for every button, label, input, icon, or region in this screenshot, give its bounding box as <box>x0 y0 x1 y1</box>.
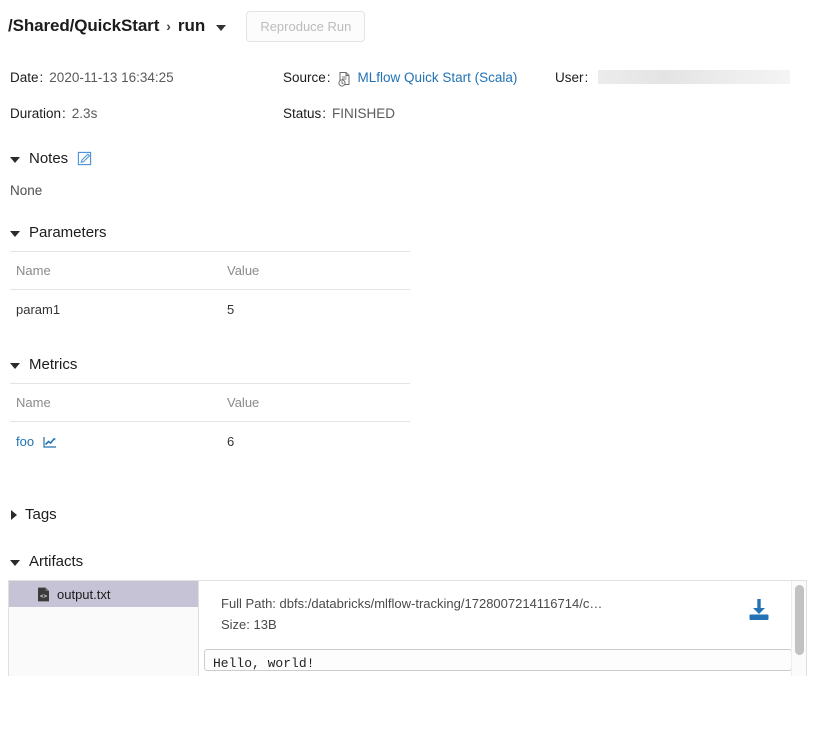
breadcrumb-current: run <box>178 16 205 36</box>
notes-title: Notes <box>29 150 68 167</box>
line-chart-icon[interactable] <box>43 436 57 451</box>
artifacts-title: Artifacts <box>29 553 83 570</box>
table-row: param1 5 <box>10 290 410 330</box>
size-value: 13B <box>254 617 277 632</box>
metric-link[interactable]: foo <box>16 434 34 449</box>
artifact-name: output.txt <box>57 587 110 602</box>
source-field: Source: MLflow Quick Start (Scala) <box>283 69 555 85</box>
metadata-row-1: Date: 2020-11-13 16:34:25 Source: MLflow… <box>10 66 815 88</box>
status-label: Status: <box>283 106 332 121</box>
source-link[interactable]: MLflow Quick Start (Scala) <box>358 70 518 85</box>
column-header-value: Value <box>221 252 410 290</box>
metrics-title: Metrics <box>29 356 77 373</box>
artifact-tree-item-output[interactable]: <> output.txt <box>9 581 198 607</box>
triangle-right-icon <box>11 510 17 520</box>
table-header-row: Name Value <box>10 384 410 422</box>
notes-section-header[interactable]: Notes <box>0 150 815 167</box>
source-label: Source: <box>283 70 337 85</box>
metadata-row-2: Duration: 2.3s Status: FINISHED <box>10 102 815 124</box>
reproduce-run-button[interactable]: Reproduce Run <box>246 11 365 42</box>
date-field: Date: 2020-11-13 16:34:25 <box>10 70 283 85</box>
metric-value: 6 <box>221 422 410 462</box>
parameters-title: Parameters <box>29 224 107 241</box>
notes-body: None <box>0 183 815 198</box>
artifact-tree: <> output.txt <box>9 581 199 676</box>
tags-title: Tags <box>25 506 57 523</box>
page-header: /Shared/QuickStart › run Reproduce Run <box>0 0 815 44</box>
duration-label: Duration: <box>10 106 72 121</box>
scrollbar-thumb[interactable] <box>795 585 804 655</box>
column-header-value: Value <box>221 384 410 422</box>
artifacts-scrollbar[interactable] <box>791 581 806 676</box>
triangle-down-icon <box>10 231 20 237</box>
chevron-down-icon[interactable] <box>216 25 226 31</box>
duration-value: 2.3s <box>72 106 98 121</box>
artifact-info: Full Path: dbfs:/databricks/mlflow-track… <box>199 581 806 643</box>
full-path-label: Full Path: <box>221 596 276 611</box>
file-icon: <> <box>37 587 50 602</box>
tags-section-header[interactable]: Tags <box>0 506 815 523</box>
artifact-size: Size: 13B <box>221 614 806 635</box>
artifacts-panel: <> output.txt Full Path: dbfs:/databrick… <box>8 580 807 676</box>
duration-field: Duration: 2.3s <box>10 106 283 121</box>
size-label: Size: <box>221 617 250 632</box>
column-header-name: Name <box>10 384 221 422</box>
table-header-row: Name Value <box>10 252 410 290</box>
status-field: Status: FINISHED <box>283 106 555 121</box>
artifact-full-path: Full Path: dbfs:/databricks/mlflow-track… <box>221 593 806 614</box>
user-value-redacted <box>598 70 790 84</box>
breadcrumb-separator: › <box>166 18 171 34</box>
parameter-value: 5 <box>221 290 410 330</box>
run-metadata: Date: 2020-11-13 16:34:25 Source: MLflow… <box>0 66 815 124</box>
artifact-preview: Hello, world! <box>204 649 792 671</box>
table-row: foo 6 <box>10 422 410 462</box>
date-value: 2020-11-13 16:34:25 <box>49 70 173 85</box>
metrics-section-header[interactable]: Metrics <box>0 356 815 373</box>
parameters-table: Name Value param1 5 <box>10 251 410 330</box>
notebook-revision-icon <box>337 71 353 87</box>
triangle-down-icon <box>10 560 20 566</box>
date-label: Date: <box>10 70 49 85</box>
status-value: FINISHED <box>332 106 395 121</box>
artifact-detail: Full Path: dbfs:/databricks/mlflow-track… <box>199 581 806 676</box>
download-icon[interactable] <box>746 597 772 628</box>
triangle-down-icon <box>10 363 20 369</box>
triangle-down-icon <box>10 157 20 163</box>
artifacts-section-header[interactable]: Artifacts <box>0 553 815 570</box>
breadcrumb-root-link[interactable]: /Shared/QuickStart <box>8 16 159 36</box>
edit-icon[interactable] <box>77 151 92 166</box>
user-field: User: <box>555 70 790 85</box>
metric-name-cell: foo <box>10 422 221 462</box>
column-header-name: Name <box>10 252 221 290</box>
metrics-table: Name Value foo 6 <box>10 383 410 462</box>
parameters-section-header[interactable]: Parameters <box>0 224 815 241</box>
svg-text:<>: <> <box>40 593 48 600</box>
full-path-value: dbfs:/databricks/mlflow-tracking/1728007… <box>280 596 603 611</box>
parameter-name: param1 <box>10 290 221 330</box>
user-label: User: <box>555 70 594 85</box>
